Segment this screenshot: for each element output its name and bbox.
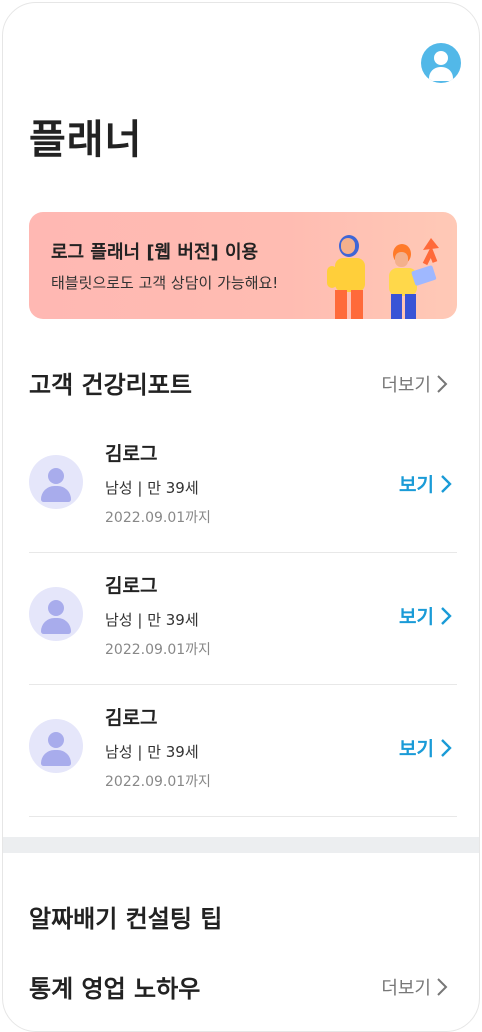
phone-frame: 플래너 로그 플래너 [웹 버전] 이용 태블릿으로도 고객 상담이 가능해요!… [2, 2, 480, 1032]
web-version-banner[interactable]: 로그 플래너 [웹 버전] 이용 태블릿으로도 고객 상담이 가능해요! [29, 212, 457, 319]
user-icon [434, 51, 448, 65]
customer-name: 김로그 [105, 707, 158, 729]
customer-info: 남성 | 만 39세 [105, 743, 199, 761]
more-label: 더보기 [381, 375, 431, 396]
chevron-right-icon [441, 606, 452, 625]
health-report-more-link[interactable]: 더보기 [381, 371, 449, 397]
customer-name: 김로그 [105, 443, 158, 465]
tips-heading: 알짜배기 컨설팅 팁 [29, 905, 223, 933]
banner-title: 로그 플래너 [웹 버전] 이용 [51, 242, 259, 263]
page-title: 플래너 [29, 117, 143, 163]
customer-avatar-icon [29, 455, 83, 509]
report-card[interactable]: 김로그 남성 | 만 39세 2022.09.01까지 보기 [29, 553, 457, 685]
view-report-button[interactable]: 보기 [399, 602, 453, 629]
people-with-laptop-illustration [327, 235, 439, 319]
sales-more-link[interactable]: 더보기 [381, 974, 449, 1000]
health-report-heading: 고객 건강리포트 [29, 371, 192, 399]
customer-info: 남성 | 만 39세 [105, 479, 199, 497]
more-label: 더보기 [381, 978, 431, 999]
customer-avatar-icon [29, 719, 83, 773]
chevron-right-icon [437, 978, 448, 996]
chevron-right-icon [437, 375, 448, 393]
customer-name: 김로그 [105, 575, 158, 597]
profile-avatar-button[interactable] [421, 43, 461, 83]
report-card[interactable]: 김로그 남성 | 만 39세 2022.09.01까지 보기 [29, 421, 457, 553]
report-expiry-date: 2022.09.01까지 [105, 642, 211, 658]
view-report-button[interactable]: 보기 [399, 470, 453, 497]
sales-heading: 통계 영업 노하우 [29, 975, 201, 1003]
report-card[interactable]: 김로그 남성 | 만 39세 2022.09.01까지 보기 [29, 685, 457, 817]
customer-avatar-icon [29, 587, 83, 641]
customer-info: 남성 | 만 39세 [105, 611, 199, 629]
chevron-right-icon [441, 738, 452, 757]
chevron-right-icon [441, 474, 452, 493]
section-divider [3, 837, 479, 853]
banner-description: 태블릿으로도 고객 상담이 가능해요! [51, 274, 279, 292]
report-expiry-date: 2022.09.01까지 [105, 510, 211, 526]
view-report-button[interactable]: 보기 [399, 734, 453, 761]
report-expiry-date: 2022.09.01까지 [105, 774, 211, 790]
